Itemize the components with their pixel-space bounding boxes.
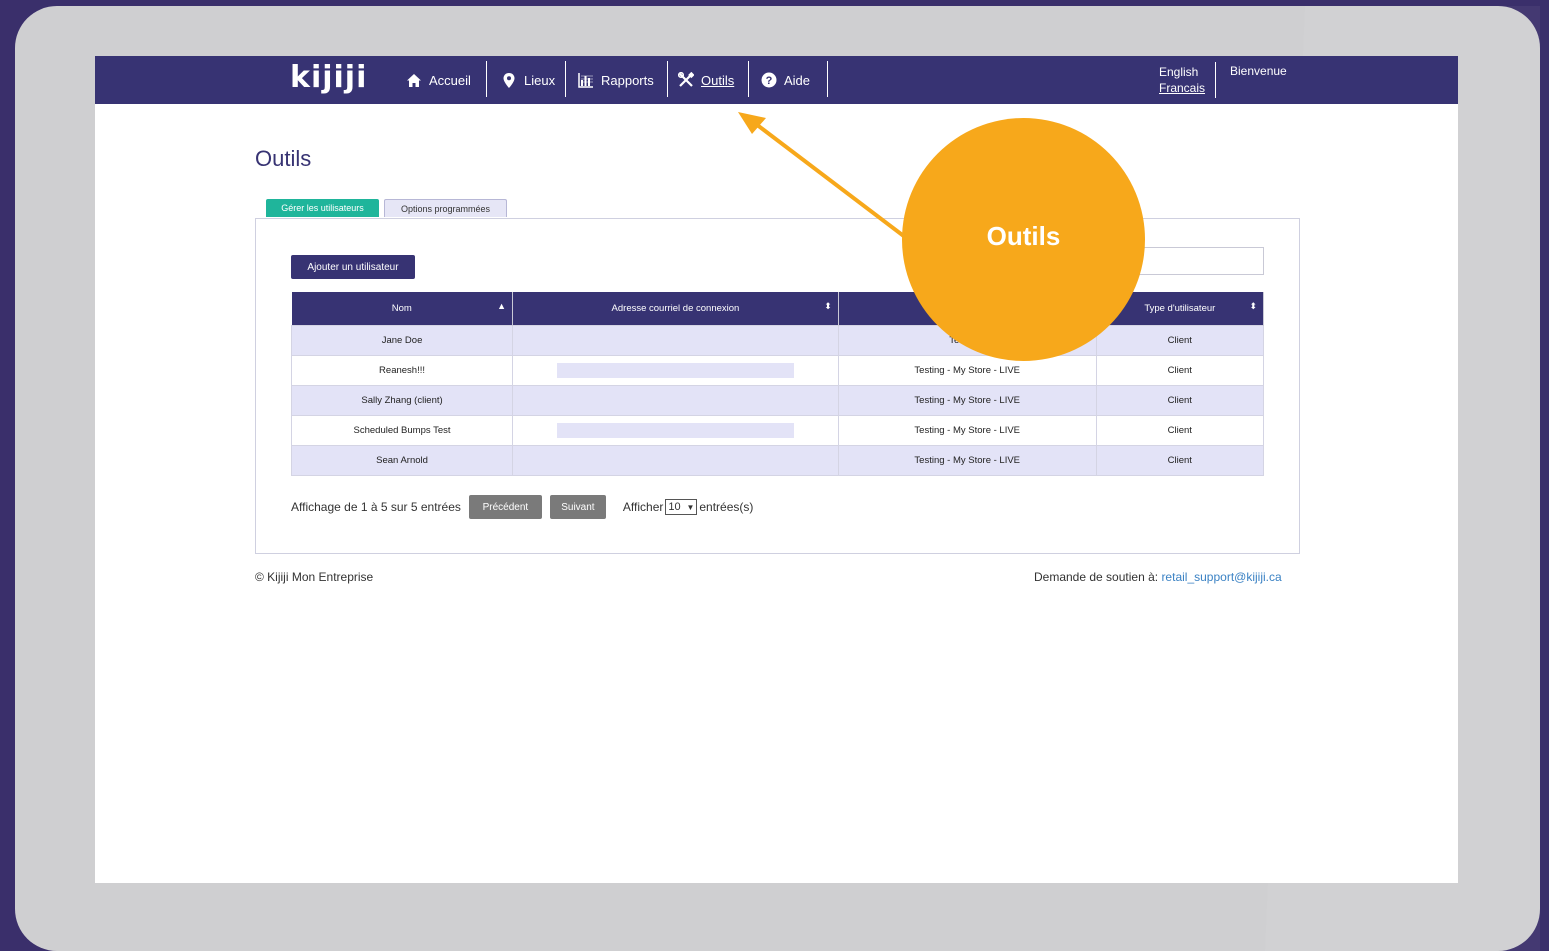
svg-text:?: ? (766, 75, 773, 87)
nav-divider (827, 61, 828, 97)
add-user-button[interactable]: Ajouter un utilisateur (291, 255, 415, 279)
users-panel: Ajouter un utilisateur Nom ▲ Adresse cou… (255, 218, 1300, 554)
sort-toggle-icon: ⬍ (1249, 301, 1257, 311)
report-chart-icon (578, 72, 594, 88)
table-row[interactable]: Sean Arnold Testing - My Store - LIVE Cl… (290, 445, 1265, 476)
pagination-info: Affichage de 1 à 5 sur 5 entrées (291, 500, 461, 514)
nav-label-lieux: Lieux (524, 72, 556, 88)
column-header-label: Type d'utilisateur (1144, 303, 1216, 314)
callout-bubble: Outils (902, 118, 1145, 361)
welcome-text: Bienvenue (1230, 64, 1287, 78)
table-row[interactable]: Sally Zhang (client) Testing - My Store … (290, 385, 1265, 416)
search-input[interactable] (1138, 247, 1264, 275)
cell-user-type: Client (1095, 325, 1265, 356)
column-header-label: Adresse courriel de connexion (611, 303, 740, 314)
cell-email (512, 385, 839, 416)
column-header-label: Nom (391, 303, 412, 314)
tab-manage-users[interactable]: Gérer les utilisateurs (266, 199, 379, 217)
entries-label: entrées(s) (699, 500, 754, 514)
page-size-select[interactable]: 10 ▼ (665, 499, 698, 515)
support-request: Demande de soutien à: retail_support@kij… (1034, 570, 1282, 584)
previous-page-button[interactable]: Précédent (468, 495, 542, 519)
pagination-bar: Affichage de 1 à 5 sur 5 entrées Précéde… (291, 495, 753, 519)
tab-scheduled-options[interactable]: Options programmées (384, 199, 507, 217)
nav-item-accueil[interactable]: Accueil (406, 56, 471, 104)
cell-email (512, 415, 839, 446)
nav-divider (748, 61, 749, 97)
location-pin-icon (501, 72, 517, 88)
table-row[interactable]: Scheduled Bumps Test Testing - My Store … (290, 415, 1265, 446)
cell-store: Testing - My Store - LIVE (837, 415, 1097, 446)
cell-email (512, 445, 839, 476)
chevron-down-icon: ▼ (686, 502, 695, 512)
nav-divider (1215, 62, 1216, 98)
redacted-email (556, 333, 794, 348)
sort-toggle-icon: ⬍ (824, 301, 832, 311)
column-header-email[interactable]: Adresse courriel de connexion ⬍ (512, 292, 839, 326)
copyright-text: © Kijiji Mon Entreprise (255, 570, 374, 584)
help-icon: ? (761, 72, 777, 88)
home-icon (406, 72, 422, 88)
page-size-value: 10 (668, 501, 681, 513)
table-row[interactable]: Reanesh!!! Testing - My Store - LIVE Cli… (290, 355, 1265, 386)
cell-store: Testing - My Store - LIVE (837, 445, 1097, 476)
nav-item-lieux[interactable]: Lieux (501, 56, 555, 104)
nav-label-accueil: Accueil (429, 72, 471, 88)
users-table: Nom ▲ Adresse courriel de connexion ⬍ Ty… (290, 292, 1265, 476)
cell-name: Sally Zhang (client) (290, 385, 514, 416)
nav-item-aide[interactable]: ? Aide (761, 56, 810, 104)
cell-name: Scheduled Bumps Test (290, 415, 514, 446)
support-label: Demande de soutien à: (1034, 570, 1159, 584)
kijiji-logo[interactable]: kijiji (290, 60, 367, 95)
nav-divider (667, 61, 668, 97)
cell-name: Jane Doe (290, 325, 514, 356)
redacted-email (556, 363, 794, 378)
callout-label: Outils (986, 221, 1061, 251)
cell-email (512, 325, 839, 356)
language-english-link[interactable]: English (1159, 64, 1205, 80)
next-page-button[interactable]: Suivant (549, 495, 606, 519)
nav-divider (486, 61, 487, 97)
redacted-email (556, 393, 794, 408)
page-title: Outils (255, 146, 312, 171)
page-size-label: Afficher (622, 500, 664, 514)
cell-email (512, 355, 839, 386)
cell-name: Sean Arnold (290, 445, 514, 476)
nav-divider (565, 61, 566, 97)
support-email-link[interactable]: retail_support@kijiji.ca (1161, 570, 1281, 584)
top-navigation-bar: kijiji Accueil Lieux Rapports Outils ? A… (95, 56, 1458, 104)
sort-ascending-icon: ▲ (497, 301, 507, 311)
language-switcher: English Francais (1159, 64, 1205, 96)
nav-item-rapports[interactable]: Rapports (578, 56, 654, 104)
tools-icon (678, 72, 694, 88)
nav-label-rapports: Rapports (601, 72, 654, 88)
cell-store: Testing - My Store - LIVE (837, 385, 1097, 416)
redacted-email (556, 423, 794, 438)
cell-store: Testing - My Store - LIVE (837, 355, 1097, 386)
cell-name: Reanesh!!! (290, 355, 514, 386)
cell-user-type: Client (1095, 355, 1265, 386)
cell-user-type: Client (1095, 445, 1265, 476)
nav-label-outils: Outils (701, 72, 735, 88)
nav-label-aide: Aide (784, 72, 811, 88)
column-header-name[interactable]: Nom ▲ (291, 292, 514, 326)
table-row[interactable]: Jane Doe Testing - Client (290, 325, 1265, 356)
cell-user-type: Client (1095, 385, 1265, 416)
nav-item-outils[interactable]: Outils (678, 56, 734, 104)
browser-screen: kijiji Accueil Lieux Rapports Outils ? A… (95, 56, 1458, 883)
redacted-email (556, 453, 794, 468)
language-french-link[interactable]: Francais (1159, 80, 1205, 96)
cell-user-type: Client (1095, 415, 1265, 446)
